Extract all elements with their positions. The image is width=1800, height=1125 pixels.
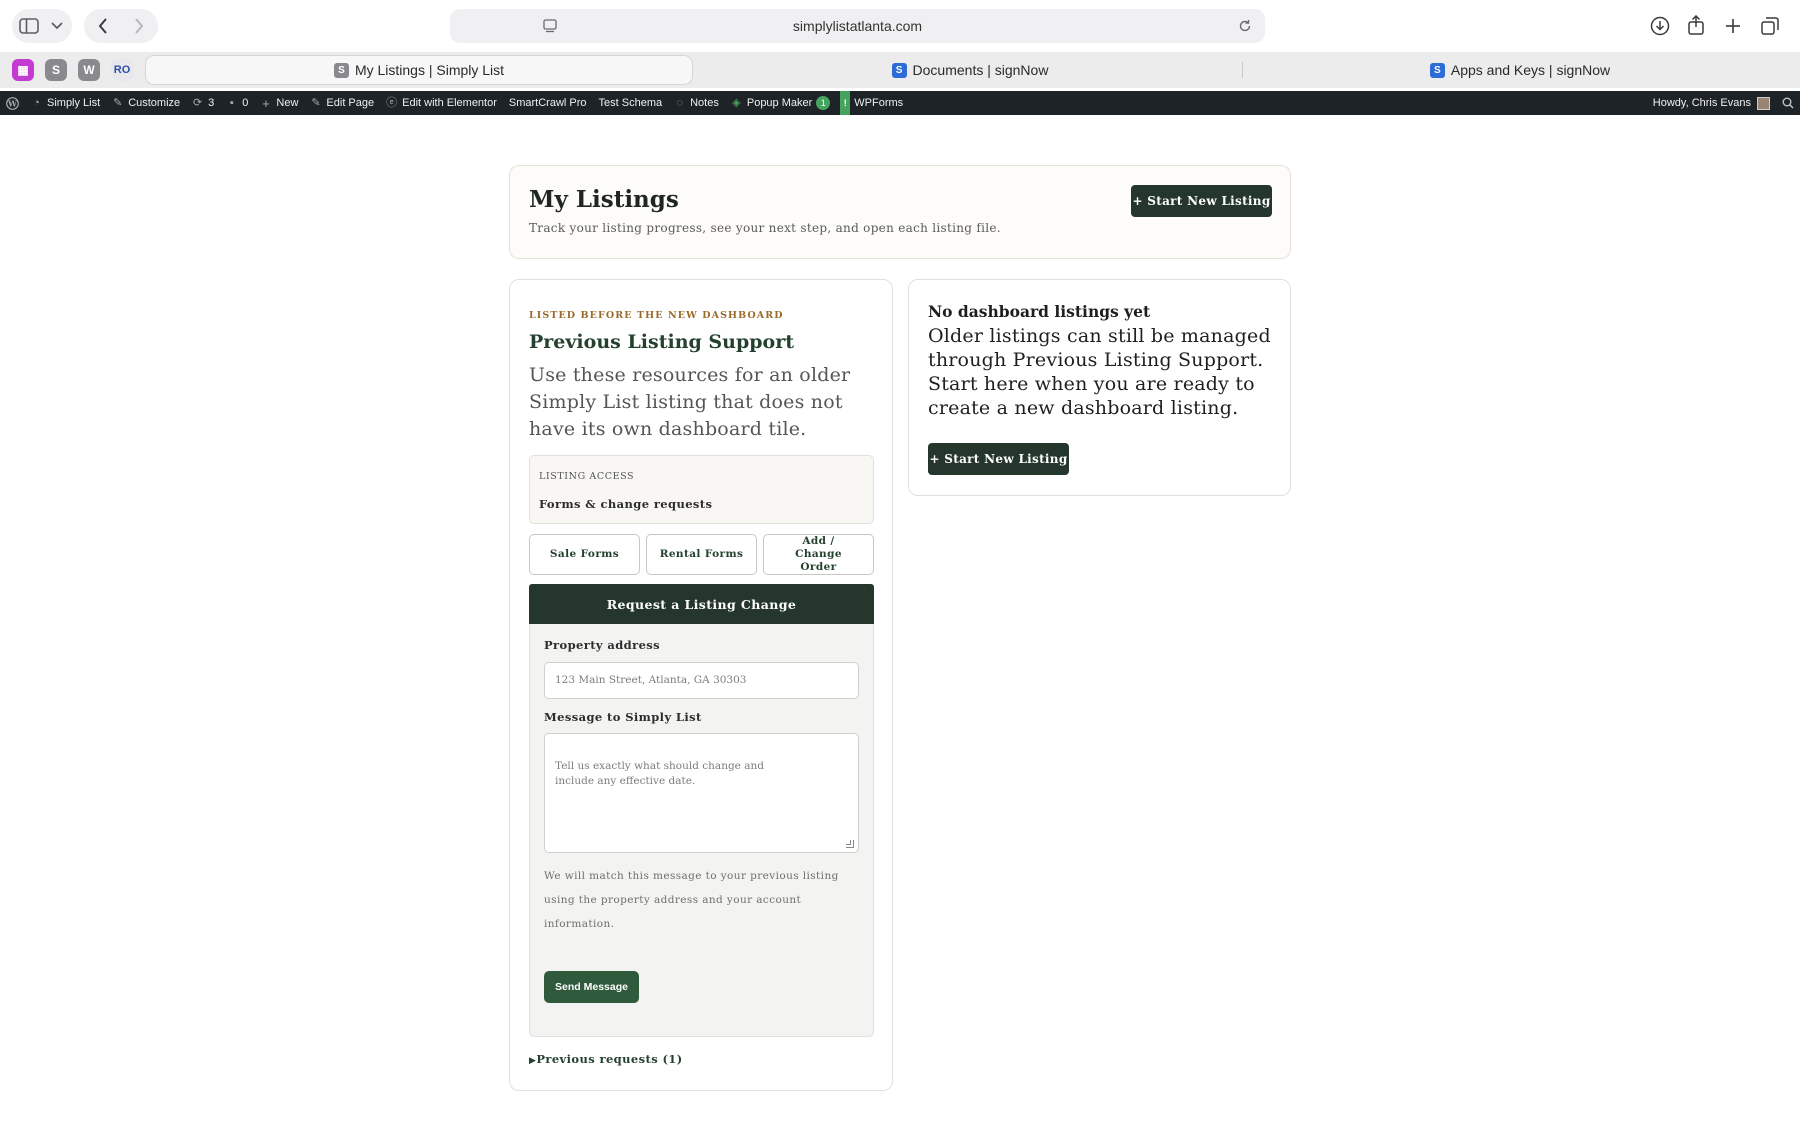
paintbrush-icon: ✎ — [113, 96, 123, 109]
listing-access-box: LISTING ACCESS Forms & change requests — [529, 455, 874, 524]
section-eyebrow: LISTED BEFORE THE NEW DASHBOARD — [529, 310, 784, 321]
browser-toolbar: simplylistatlanta.com — [0, 0, 1800, 52]
popup-maker-badge: 1 — [816, 96, 831, 110]
site-name-link[interactable]: ◔ Simply List — [25, 91, 106, 115]
empty-state-card: No dashboard listings yet Older listings… — [908, 279, 1291, 496]
add-change-order-button[interactable]: Add / Change Order — [763, 534, 874, 575]
comment-icon: ▪ — [229, 96, 234, 109]
popup-maker-link[interactable]: ◈ Popup Maker 1 — [725, 91, 836, 115]
listings-header-card: My Listings Track your listing progress,… — [509, 165, 1291, 259]
message-placeholder: Tell us exactly what should change and i… — [555, 760, 764, 787]
downloads-icon[interactable] — [1650, 16, 1670, 36]
request-change-header: Request a Listing Change — [529, 584, 874, 624]
updates-link[interactable]: ⟳ 3 — [186, 91, 220, 115]
tab-label: Apps and Keys | signNow — [1450, 62, 1611, 78]
tab-apps-keys-signnow[interactable]: S Apps and Keys | signNow — [1250, 55, 1790, 85]
access-value: Forms & change requests — [539, 497, 713, 511]
account-menu[interactable]: Howdy, Chris Evans — [1647, 91, 1776, 115]
support-description: Use these resources for an older Simply … — [529, 364, 851, 440]
pencil-icon: ✎ — [311, 96, 321, 109]
test-schema-link[interactable]: Test Schema — [593, 91, 669, 115]
tab-label: My Listings | Simply List — [354, 62, 505, 78]
edit-elementor-link[interactable]: ⓔ Edit with Elementor — [380, 91, 503, 115]
previous-listing-support-card: LISTED BEFORE THE NEW DASHBOARD Previous… — [509, 279, 893, 1091]
signnow-favicon-icon: S — [1429, 62, 1445, 78]
admin-bar-right: Howdy, Chris Evans — [1647, 91, 1800, 115]
forward-arrow-icon[interactable] — [130, 17, 148, 35]
message-textarea[interactable]: Tell us exactly what should change and i… — [544, 733, 859, 853]
empty-state-description: Older listings can still be managed thro… — [928, 325, 1271, 419]
tab-overview-icon[interactable] — [1760, 16, 1780, 36]
previous-requests-label: Previous requests (1) — [536, 1052, 683, 1066]
property-address-input[interactable]: 123 Main Street, Atlanta, GA 30303 — [544, 662, 859, 699]
sidebar-toggle-icon[interactable] — [18, 16, 40, 36]
message-label: Message to Simply List — [544, 710, 702, 724]
chevron-down-icon[interactable] — [50, 18, 64, 34]
tab-my-listings[interactable]: S My Listings | Simply List — [145, 55, 693, 85]
start-new-listing-button[interactable]: + Start New Listing — [1131, 185, 1272, 217]
pinned-tab-apps-icon[interactable]: ▦ — [12, 59, 34, 81]
simply-list-favicon-icon: S — [333, 62, 349, 78]
previous-requests-toggle[interactable]: ▶Previous requests (1) — [529, 1052, 683, 1066]
back-arrow-icon[interactable] — [94, 17, 112, 35]
wpforms-link[interactable]: WPForms — [854, 91, 909, 115]
page-subtitle: Track your listing progress, see your ne… — [529, 221, 1001, 235]
rental-forms-button[interactable]: Rental Forms — [646, 534, 757, 575]
pinned-tab-s[interactable]: S — [45, 59, 67, 81]
wp-admin-bar: W ◔ Simply List ✎ Customize ⟳ 3 ▪ 0 + Ne… — [0, 91, 1800, 115]
wpforms-alert-badge: ! — [840, 91, 851, 115]
plus-icon: + — [262, 95, 270, 111]
wordpress-logo-icon[interactable]: W — [0, 91, 25, 115]
popup-maker-icon: ◈ — [732, 96, 741, 109]
share-icon[interactable] — [1686, 15, 1706, 35]
sale-forms-button[interactable]: Sale Forms — [529, 534, 640, 575]
elementor-icon: ⓔ — [386, 96, 398, 109]
dashboard-icon: ◔ — [33, 96, 40, 109]
support-title: Previous Listing Support — [529, 331, 794, 353]
svg-text:W: W — [7, 98, 18, 108]
admin-search-icon[interactable] — [1776, 91, 1800, 115]
request-change-form: Property address 123 Main Street, Atlant… — [529, 624, 874, 1037]
tab-divider — [1242, 62, 1243, 78]
start-new-listing-button-secondary[interactable]: + Start New Listing — [928, 443, 1069, 475]
signnow-favicon-icon: S — [891, 62, 907, 78]
sidebar-toggle-group — [12, 9, 72, 43]
url-text: simplylistatlanta.com — [792, 18, 923, 34]
access-label: LISTING ACCESS — [539, 471, 635, 482]
smartcrawl-link[interactable]: SmartCrawl Pro — [503, 91, 593, 115]
reload-icon[interactable] — [1237, 18, 1253, 34]
pinned-tab-ro[interactable]: RO — [111, 59, 133, 81]
updates-icon: ⟳ — [193, 96, 203, 109]
avatar — [1757, 96, 1770, 110]
tab-documents-signnow[interactable]: S Documents | signNow — [700, 55, 1240, 85]
edit-page-link[interactable]: ✎ Edit Page — [304, 91, 380, 115]
new-tab-icon[interactable] — [1723, 16, 1743, 36]
new-content-link[interactable]: + New — [254, 91, 304, 115]
tab-bar: ▦ S W RO S My Listings | Simply List S D… — [0, 52, 1800, 88]
property-address-label: Property address — [544, 638, 661, 652]
address-bar[interactable]: simplylistatlanta.com — [450, 9, 1265, 43]
tab-label: Documents | signNow — [912, 62, 1049, 78]
send-message-button[interactable]: Send Message — [544, 971, 639, 1003]
customize-link[interactable]: ✎ Customize — [106, 91, 186, 115]
notes-link[interactable]: ◌ Notes — [668, 91, 725, 115]
page-title: My Listings — [529, 186, 679, 213]
nav-group — [84, 9, 158, 43]
speech-bubble-icon: ◌ — [676, 96, 683, 109]
pinned-tab-w[interactable]: W — [78, 59, 100, 81]
form-help-text: We will match this message to your previ… — [544, 870, 839, 930]
resize-handle-icon[interactable] — [846, 840, 854, 848]
empty-state-title: No dashboard listings yet — [928, 302, 1151, 321]
comments-link[interactable]: ▪ 0 — [220, 91, 254, 115]
